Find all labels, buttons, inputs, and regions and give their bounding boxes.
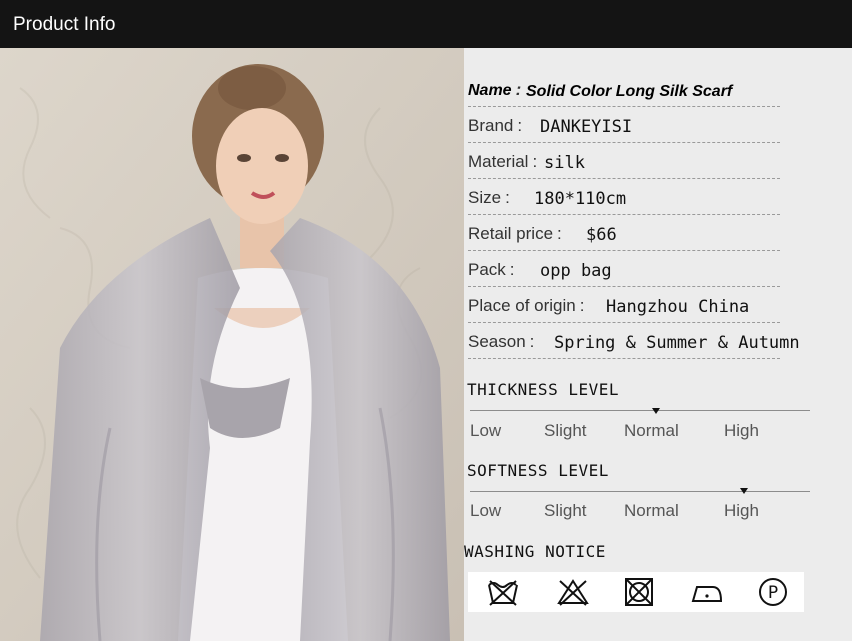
spec-label-wrap-brand: Brand:: [468, 116, 522, 136]
thickness-level-high: High: [724, 421, 759, 440]
spec-sep-size: :: [505, 188, 510, 207]
care-icons-strip: P: [468, 572, 804, 612]
spec-row-name: Name: Solid Color Long Silk Scarf: [468, 70, 780, 107]
spec-sep-retail-price: :: [557, 224, 562, 243]
spec-value-season: Spring & Summer & Autumn: [554, 333, 800, 353]
do-not-wash-icon: [488, 580, 518, 606]
spec-label-name: Name: [468, 82, 512, 99]
spec-label-wrap-season: Season:: [468, 332, 534, 352]
scarf-model-image: [0, 48, 464, 641]
spec-sep-material: :: [532, 152, 538, 171]
spec-label-retail-price: Retail price: [468, 224, 554, 243]
softness-title: SOFTNESS LEVEL: [467, 461, 609, 480]
thickness-scale-line: [470, 410, 810, 411]
spec-value-retail-price: $66: [586, 225, 617, 245]
softness-level-normal: Normal: [624, 501, 679, 520]
dry-clean-p-icon: P: [759, 578, 787, 606]
spec-row-place-of-origin: Place of origin: Hangzhou China: [468, 286, 780, 323]
spec-row-size: Size: 180*110cm: [468, 178, 780, 215]
spec-row-season: Season: Spring & Summer & Autumn: [468, 322, 800, 359]
spec-sep-season: :: [529, 332, 535, 351]
spec-label-size: Size: [468, 188, 502, 207]
header-title: Product Info: [13, 14, 116, 35]
spec-sep-brand: :: [517, 116, 523, 135]
spec-label-wrap-material: Material:: [468, 152, 537, 172]
spec-value-place-of-origin: Hangzhou China: [606, 297, 750, 317]
spec-value-name: Solid Color Long Silk Scarf: [526, 83, 733, 100]
spec-label-pack: Pack: [468, 260, 506, 279]
spec-row-retail-price: Retail price: $66: [468, 214, 780, 251]
softness-level-high: High: [724, 501, 759, 520]
iron-low-heat-icon: [691, 586, 723, 602]
washing-title: WASHING NOTICE: [464, 542, 606, 561]
spec-label-brand: Brand: [468, 116, 514, 135]
spec-label-season: Season: [468, 332, 526, 351]
spec-sep-pack: :: [509, 260, 515, 279]
spec-row-brand: Brand: DANKEYISI: [468, 106, 780, 143]
spec-value-brand: DANKEYISI: [540, 117, 633, 137]
spec-label-wrap-name: Name:: [468, 80, 521, 100]
thickness-title: THICKNESS LEVEL: [467, 380, 619, 399]
softness-level-low: Low: [470, 501, 502, 520]
softness-marker: [740, 488, 748, 494]
softness-scale-line: [470, 491, 810, 492]
spec-label-wrap-place-of-origin: Place of origin:: [468, 296, 584, 316]
do-not-tumble-dry-icon: [625, 578, 653, 606]
spec-sep-place-of-origin: :: [579, 296, 585, 315]
thickness-level-normal: Normal: [624, 421, 679, 440]
spec-label-place-of-origin: Place of origin: [468, 296, 576, 315]
spec-row-pack: Pack: opp bag: [468, 250, 780, 287]
spec-label-wrap-size: Size:: [468, 188, 510, 208]
dry-clean-letter: P: [768, 583, 778, 603]
softness-level-slight: Slight: [544, 501, 587, 520]
thickness-level-low: Low: [470, 421, 502, 440]
do-not-bleach-icon: [557, 579, 589, 606]
thickness-marker: [652, 408, 660, 414]
spec-label-material: Material: [468, 152, 529, 171]
model-photo: [0, 48, 464, 641]
spec-value-material: silk: [544, 153, 585, 173]
spec-value-pack: opp bag: [540, 261, 612, 281]
spec-sep-name: :: [515, 80, 522, 99]
spec-label-wrap-retail-price: Retail price:: [468, 224, 562, 244]
product-info-panel: Name: Solid Color Long Silk Scarf Brand: DA…: [464, 48, 852, 641]
thickness-level-slight: Slight: [544, 421, 587, 440]
spec-value-size: 180*110cm: [534, 189, 627, 209]
spec-row-material: Material: silk: [468, 142, 780, 179]
header-bar: Product Info: [0, 0, 852, 50]
spec-label-wrap-pack: Pack:: [468, 260, 515, 280]
